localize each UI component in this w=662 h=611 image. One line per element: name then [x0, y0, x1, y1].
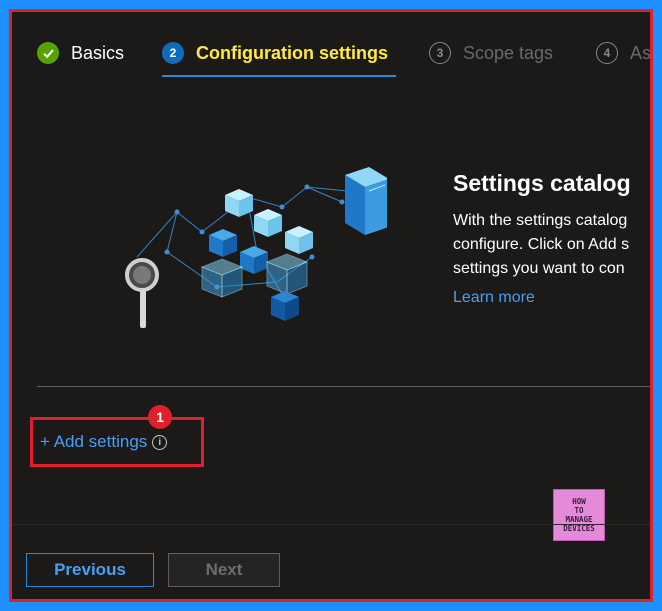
- check-icon: [37, 42, 59, 64]
- previous-button[interactable]: Previous: [26, 553, 154, 587]
- next-button[interactable]: Next: [168, 553, 280, 587]
- add-settings-link[interactable]: + Add settings i: [40, 432, 168, 452]
- step-assignments[interactable]: 4 As: [596, 42, 652, 64]
- howtomanagedevices-logo: HOW TO MANAGE DEVICES: [553, 489, 605, 541]
- settings-catalog-panel: Settings catalog With the settings catal…: [453, 170, 650, 307]
- catalog-title: Settings catalog: [453, 170, 631, 196]
- step-label: As: [630, 42, 652, 63]
- step-number: 4: [596, 42, 618, 64]
- footer-divider: [12, 524, 650, 525]
- annotation-badge: 1: [148, 405, 172, 429]
- catalog-desc-line: With the settings catalog: [453, 212, 628, 229]
- catalog-desc-line: settings you want to con: [453, 260, 625, 277]
- catalog-desc-line: configure. Click on Add s: [453, 236, 630, 253]
- settings-catalog-illustration-icon: [125, 167, 387, 328]
- logo-text: HOW: [572, 497, 586, 506]
- active-step-underline: [162, 75, 396, 77]
- step-basics[interactable]: Basics: [37, 42, 124, 64]
- learn-more-link[interactable]: Learn more: [453, 289, 535, 307]
- logo-text: DEVICES: [563, 524, 595, 533]
- step-label: Basics: [71, 42, 125, 63]
- step-label: Configuration settings: [196, 42, 388, 63]
- info-icon[interactable]: i: [152, 434, 168, 450]
- logo-text: MANAGE: [565, 515, 593, 524]
- catalog-description: With the settings catalog configure. Cli…: [453, 209, 650, 281]
- wizard-stepper: Basics 2 Configuration settings 3 Scope …: [12, 12, 650, 92]
- step-scope-tags[interactable]: 3 Scope tags: [429, 42, 553, 64]
- section-divider: [37, 386, 650, 387]
- logo-text: TO: [574, 506, 584, 515]
- wizard-panel: Basics 2 Configuration settings 3 Scope …: [9, 9, 653, 602]
- step-configuration-settings[interactable]: 2 Configuration settings: [162, 42, 388, 64]
- step-number: 3: [429, 42, 451, 64]
- add-settings-label: + Add settings: [40, 432, 148, 451]
- step-label: Scope tags: [463, 42, 554, 63]
- step-number: 2: [162, 42, 184, 64]
